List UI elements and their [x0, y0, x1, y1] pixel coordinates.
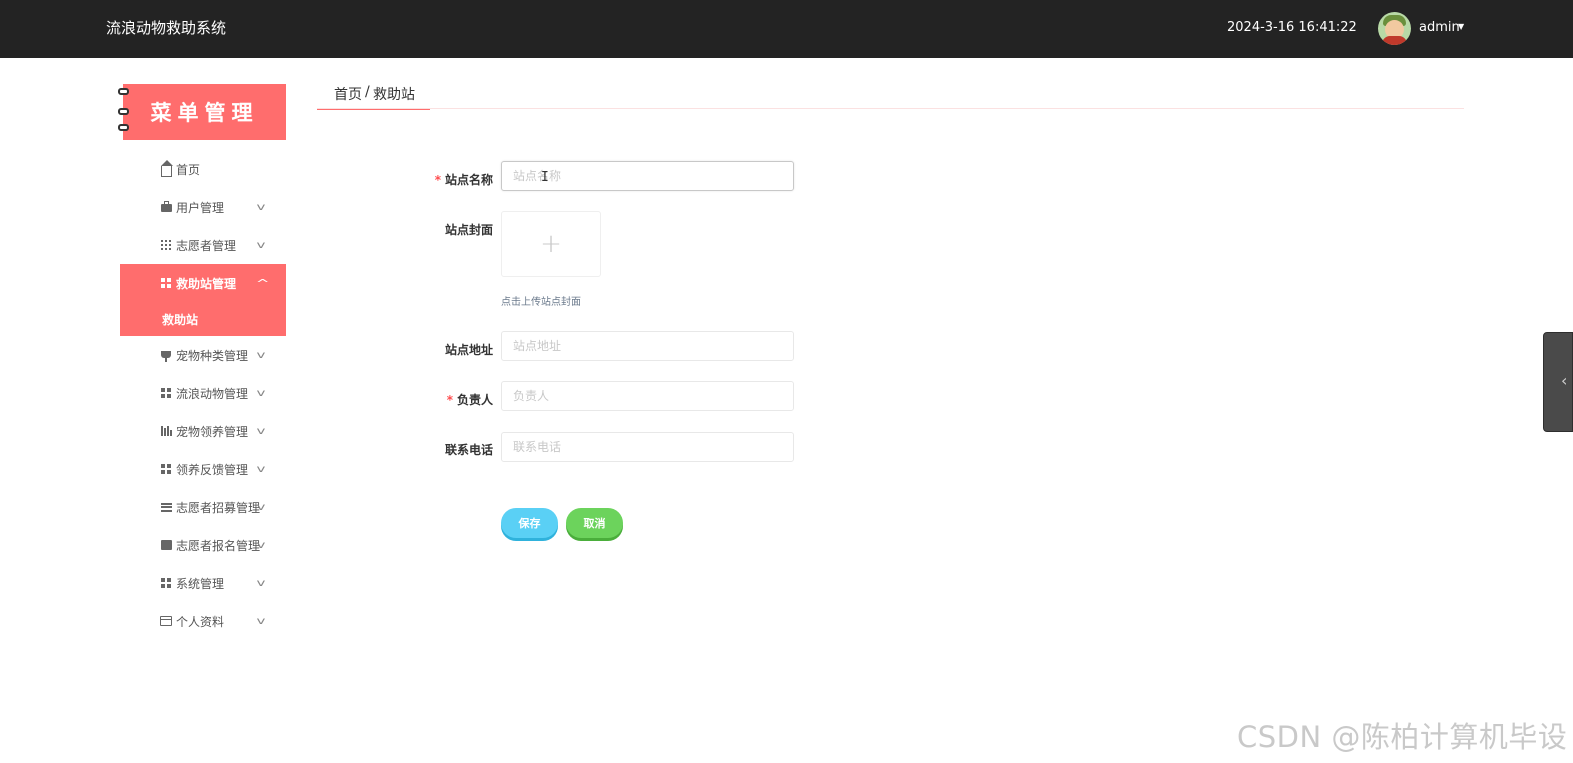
divider: [317, 108, 1464, 109]
phone-label: 联系电话: [444, 443, 493, 457]
binder-ring-icon: [118, 88, 129, 95]
sidebar-item-label: 志愿者招募管理: [176, 500, 261, 515]
chevron-down-icon: v: [256, 201, 266, 213]
sidebar-item-label: 流浪动物管理: [176, 386, 249, 401]
sidebar-item-volunteer-signups[interactable]: 志愿者报名管理 v: [120, 526, 286, 564]
sidebar-item-profile[interactable]: 个人资料 v: [120, 602, 286, 640]
breadcrumb: 首页 / 救助站: [317, 78, 430, 110]
sidebar-item-volunteers[interactable]: 志愿者管理 v: [120, 226, 286, 264]
text-cursor-icon: I: [541, 170, 549, 185]
drawer-toggle-button[interactable]: ‹: [1543, 332, 1573, 432]
chevron-down-icon: v: [256, 615, 266, 627]
sidebar-item-system[interactable]: 系统管理 v: [120, 564, 286, 602]
sidebar-item-label: 个人资料: [176, 614, 225, 629]
grid-icon: [160, 387, 172, 399]
avatar[interactable]: [1378, 12, 1411, 45]
sidebar-item-label: 志愿者报名管理: [176, 538, 261, 553]
sidebar-item-label: 用户管理: [176, 200, 225, 215]
cover-upload-button[interactable]: +: [501, 211, 601, 277]
sidebar-item-adoption-feedback[interactable]: 领养反馈管理 v: [120, 450, 286, 488]
datetime-display: 2024-3-16 16:41:22: [1227, 20, 1357, 35]
list-icon: [160, 501, 172, 513]
chevron-down-icon: v: [256, 463, 266, 475]
required-mark: *: [434, 173, 441, 187]
watermark: CSDN @陈柏计算机毕设: [1237, 720, 1568, 754]
upload-tip: 点击上传站点封面: [501, 297, 581, 308]
required-mark: *: [446, 393, 453, 407]
station-name-label: * 站点名称: [434, 173, 493, 187]
sidebar-item-label: 首页: [176, 162, 201, 177]
cup-icon: [160, 349, 172, 362]
chevron-down-icon: v: [256, 577, 266, 589]
sidebar-item-label: 系统管理: [176, 576, 225, 591]
phone-input[interactable]: [501, 432, 794, 462]
sidebar-item-users[interactable]: 用户管理 v: [120, 188, 286, 226]
menu-banner-title: 菜单管理: [150, 100, 259, 125]
briefcase-icon: [160, 201, 172, 213]
caret-down-icon[interactable]: ▼: [1458, 22, 1464, 31]
home-icon: [160, 159, 173, 177]
chevron-down-icon: v: [256, 501, 266, 513]
sidebar-item-rescue-stations[interactable]: 救助站管理 ^: [120, 264, 286, 302]
sidebar-subitem-rescue-station[interactable]: 救助站: [120, 302, 286, 336]
sidebar-item-adoptions[interactable]: 宠物领养管理 v: [120, 412, 286, 450]
sidebar-item-home[interactable]: 首页: [120, 150, 286, 188]
breadcrumb-current: 救助站: [373, 87, 415, 103]
station-cover-label: 站点封面: [444, 223, 493, 237]
save-button[interactable]: 保存: [501, 508, 558, 538]
chevron-down-icon: v: [256, 425, 266, 437]
menu-banner: 菜单管理: [123, 84, 286, 140]
chevron-down-icon: v: [256, 349, 266, 361]
sidebar-item-volunteer-recruitment[interactable]: 志愿者招募管理 v: [120, 488, 286, 526]
station-address-label: 站点地址: [444, 343, 493, 357]
username[interactable]: admin: [1419, 20, 1460, 35]
sidebar-item-label: 宠物领养管理: [176, 424, 249, 439]
chevron-up-icon: ^: [255, 276, 270, 290]
chevron-down-icon: v: [256, 539, 266, 551]
manager-label: * 负责人: [446, 393, 493, 407]
sidebar-subitem-label: 救助站: [162, 313, 199, 327]
grid-icon: [160, 577, 172, 589]
sidebar-item-label: 领养反馈管理: [176, 462, 249, 477]
breadcrumb-home[interactable]: 首页: [334, 84, 362, 104]
grid-dots-icon: [160, 239, 172, 251]
chart-icon: [160, 539, 172, 551]
sidebar-item-label: 宠物种类管理: [176, 348, 249, 363]
grid-icon: [160, 277, 172, 289]
chevron-down-icon: v: [256, 239, 266, 251]
cancel-button[interactable]: 取消: [566, 508, 623, 538]
top-navbar: 流浪动物救助系统 2024-3-16 16:41:22 admin ▼: [0, 0, 1573, 58]
sidebar-item-label: 救助站管理: [176, 276, 237, 291]
breadcrumb-separator: /: [365, 84, 370, 100]
sidebar-item-stray-animals[interactable]: 流浪动物管理 v: [120, 374, 286, 412]
binder-ring-icon: [118, 124, 129, 131]
chevron-left-icon: ‹: [1561, 371, 1568, 390]
chevron-down-icon: v: [256, 387, 266, 399]
plus-icon: +: [540, 229, 562, 259]
card-icon: [160, 615, 172, 627]
manager-input[interactable]: [501, 381, 794, 411]
app-title: 流浪动物救助系统: [106, 19, 227, 37]
sidebar-item-label: 志愿者管理: [176, 238, 237, 253]
bars-icon: [160, 425, 172, 437]
station-address-input[interactable]: [501, 331, 794, 361]
sidebar-item-pet-types[interactable]: 宠物种类管理 v: [120, 336, 286, 374]
binder-ring-icon: [118, 108, 129, 115]
grid-icon: [160, 463, 172, 475]
